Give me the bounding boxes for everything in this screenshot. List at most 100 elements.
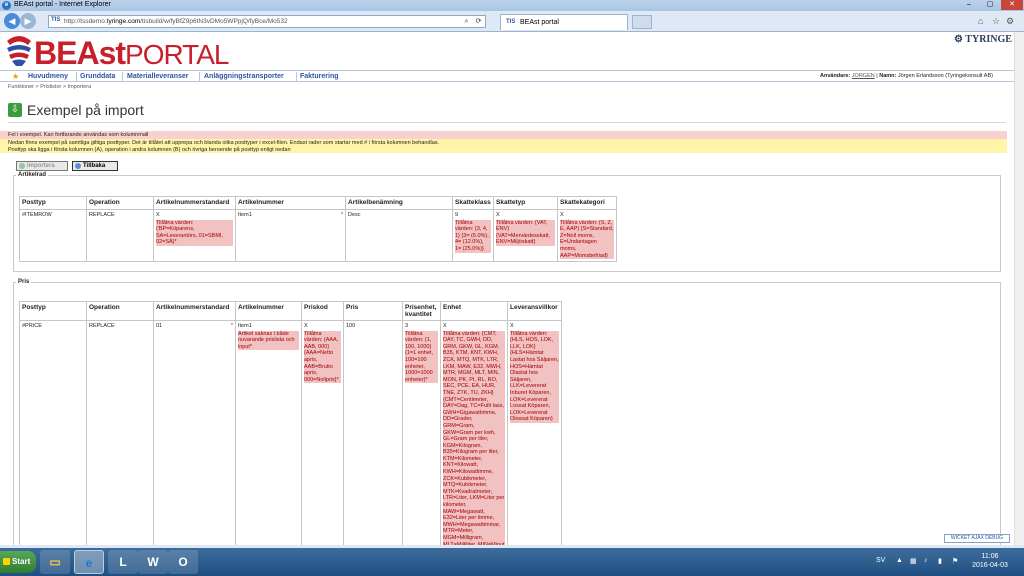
column-header: Prisenhet, kvantitet bbox=[402, 301, 441, 321]
column-header: Artikelnummer bbox=[235, 196, 346, 210]
menu-item-materialleveranser[interactable]: Materialleveranser bbox=[127, 73, 188, 80]
import-icon bbox=[19, 163, 25, 169]
column-header: Operation bbox=[86, 301, 154, 321]
site-favicon-icon: TIS bbox=[51, 17, 61, 23]
close-icon[interactable]: ✕ bbox=[1001, 0, 1023, 10]
system-clock[interactable]: 11:06 2016-04-03 bbox=[968, 552, 1012, 570]
ie-logo-icon: e bbox=[2, 1, 11, 10]
outlook-icon[interactable]: O bbox=[168, 550, 198, 574]
column-header: Posttyp bbox=[19, 301, 87, 321]
url-input[interactable]: TIS http://tssdemo.tyringe.com/tisbuild/… bbox=[48, 15, 486, 28]
menu-item-fakturering[interactable]: Fakturering bbox=[300, 73, 339, 80]
table-row: #ITEMROW REPLACE X Tillåtna värden: {'BP=… bbox=[19, 208, 617, 263]
beast-logo-icon bbox=[7, 36, 31, 66]
page-title: Exempel på import bbox=[27, 102, 144, 118]
info-message: Nedan finns exempel på samtliga giltiga … bbox=[0, 139, 1007, 153]
battery-icon[interactable]: ▮ bbox=[938, 557, 942, 565]
cell-artikelnummerstandard: * 01 bbox=[153, 319, 236, 552]
import-button[interactable]: Importera bbox=[16, 161, 68, 171]
column-header: Artikelbenämning bbox=[345, 196, 453, 210]
menu-separator bbox=[122, 72, 123, 81]
page-scrollbar[interactable] bbox=[1014, 32, 1024, 545]
site-favicon-icon: TIS bbox=[506, 19, 516, 25]
window-title: BEAst portal - Internet Explorer bbox=[14, 1, 111, 8]
table-header-row: Posttyp Operation Artikelnummerstandard … bbox=[19, 196, 617, 210]
minimize-icon[interactable]: – bbox=[959, 0, 979, 10]
section-legend: Pris bbox=[18, 279, 30, 285]
cell-artikelnummerstandard: X Tillåtna värden: {'BP=Köparens, SA=Leve… bbox=[153, 208, 236, 263]
column-header: Artikelnummerstandard bbox=[153, 196, 236, 210]
portal-logo: BEAstPORTAL bbox=[34, 35, 229, 71]
artikelrad-table: Posttyp Operation Artikelnummerstandard … bbox=[19, 196, 617, 263]
back-icon bbox=[75, 163, 81, 169]
favorites-star-icon[interactable]: ★ bbox=[12, 72, 19, 81]
user-link[interactable]: JORGEN bbox=[852, 73, 875, 79]
import-icon: ⇩ bbox=[8, 103, 22, 117]
error-message: Fel i exempel. Kan fortfarande användas … bbox=[0, 131, 1007, 139]
refresh-icon[interactable]: ⟳ bbox=[474, 17, 483, 26]
explorer-folder-icon[interactable]: ▭ bbox=[40, 550, 70, 574]
table-row: #PRICE REPLACE * 01 Item1 Artikel saknas i… bbox=[19, 319, 562, 552]
back-button[interactable]: Tillbaka bbox=[72, 161, 118, 171]
start-button[interactable]: Start bbox=[0, 551, 36, 573]
cell-artikelnummer: Item1 Artikel saknas i både nuvarande pri… bbox=[235, 319, 302, 552]
table-header-row: Posttyp Operation Artikelnummerstandard … bbox=[19, 301, 562, 321]
menu-separator bbox=[199, 72, 200, 81]
cell-posttyp: #PRICE bbox=[19, 319, 87, 552]
home-icon[interactable]: ⌂ bbox=[978, 16, 983, 26]
cell-enhet: X Tillåtna värden: {CMT, DAY, TC, GWH, DD… bbox=[440, 319, 508, 552]
search-icon[interactable]: ⌕ bbox=[462, 17, 471, 26]
column-header: Operation bbox=[86, 196, 154, 210]
cell-artikelbenamning: Desc bbox=[345, 208, 453, 263]
cell-skattetyp: X Tillåtna värden: {VAT, ENV} {VAT=Mervär… bbox=[493, 208, 558, 263]
cell-leveransvillkor: X Tillåtna värden: {HLS, HOS, LOK, LLK, L… bbox=[507, 319, 562, 552]
breadcrumb[interactable]: Funktioner > Prislistor > Importera bbox=[8, 84, 91, 90]
window-titlebar: e BEAst portal - Internet Explorer – ▢ ✕ bbox=[0, 0, 1024, 11]
cell-pris: 100 bbox=[343, 319, 403, 552]
internet-explorer-icon[interactable]: e bbox=[74, 550, 104, 574]
lync-icon[interactable]: L bbox=[108, 550, 138, 574]
artikelrad-section: Artikelrad Posttyp Operation Artikelnumm… bbox=[13, 172, 1001, 272]
cell-operation: REPLACE bbox=[86, 319, 154, 552]
section-legend: Artikelrad bbox=[18, 172, 47, 178]
tab-title: BEAst portal bbox=[520, 19, 559, 26]
tray-arrow-icon[interactable]: ▲ bbox=[896, 557, 903, 564]
url-text: http://tssdemo.tyringe.com/tisbuild/w/fy… bbox=[64, 18, 288, 25]
network-icon[interactable]: ▦ bbox=[910, 557, 917, 565]
maximize-icon[interactable]: ▢ bbox=[980, 0, 1000, 10]
column-header: Enhet bbox=[440, 301, 508, 321]
site-header: BEAstPORTAL ⚙ TYRINGE bbox=[0, 32, 1024, 71]
cell-operation: REPLACE bbox=[86, 208, 154, 263]
menu-item-grunddata[interactable]: Grunddata bbox=[80, 73, 115, 80]
menu-separator bbox=[296, 72, 297, 81]
new-tab-button[interactable] bbox=[632, 15, 652, 29]
favorites-star-icon[interactable]: ☆ bbox=[992, 16, 1000, 27]
column-header: Artikelnummer bbox=[235, 301, 302, 321]
flag-icon[interactable]: ⚑ bbox=[952, 557, 958, 565]
cell-skattekategori: X Tillåtna värden: {S, Z, E, AAP} {S=Stan… bbox=[557, 208, 617, 263]
column-header: Skattetyp bbox=[493, 196, 558, 210]
language-indicator[interactable]: SV bbox=[876, 557, 885, 564]
column-header: Leveransvillkor bbox=[507, 301, 562, 321]
title-divider bbox=[8, 122, 1006, 123]
menu-item-huvudmeny[interactable]: Huvudmeny bbox=[28, 73, 68, 80]
cell-skatteklass: 9 Tillåtna värden: {3, 4, 1} {3= (6.0%), … bbox=[452, 208, 494, 263]
cell-posttyp: #ITEMROW bbox=[19, 208, 87, 263]
windows-logo-icon bbox=[3, 558, 10, 565]
volume-icon[interactable]: ♪ bbox=[924, 557, 928, 564]
menu-item-anlaggningstransporter[interactable]: Anläggningstransporter bbox=[204, 73, 284, 80]
column-header: Priskod bbox=[301, 301, 344, 321]
cell-artikelnummer: * Item1 bbox=[235, 208, 346, 263]
browser-tab[interactable]: TIS BEAst portal bbox=[500, 14, 628, 30]
word-icon[interactable]: W bbox=[138, 550, 168, 574]
pris-table: Posttyp Operation Artikelnummerstandard … bbox=[19, 301, 562, 552]
column-header: Posttyp bbox=[19, 196, 87, 210]
forward-arrow-icon[interactable]: ▶ bbox=[20, 13, 36, 29]
cell-prisenhet: 3 Tillåtna värden: {1, 100, 1000} {1=1 en… bbox=[402, 319, 441, 552]
back-arrow-icon[interactable]: ◀ bbox=[4, 13, 20, 29]
windows-taskbar: Start ▭ e L W O SV ▲ ▦ ♪ ▮ ⚑ 11:06 2016-0… bbox=[0, 548, 1024, 576]
column-header: Skattekategori bbox=[557, 196, 617, 210]
gear-icon[interactable]: ⚙ bbox=[1006, 16, 1014, 27]
pris-section: Pris Posttyp Operation Artikelnummerstan… bbox=[13, 279, 1001, 554]
wicket-debug-button[interactable]: WICKET AJAX DEBUG bbox=[944, 534, 1010, 543]
